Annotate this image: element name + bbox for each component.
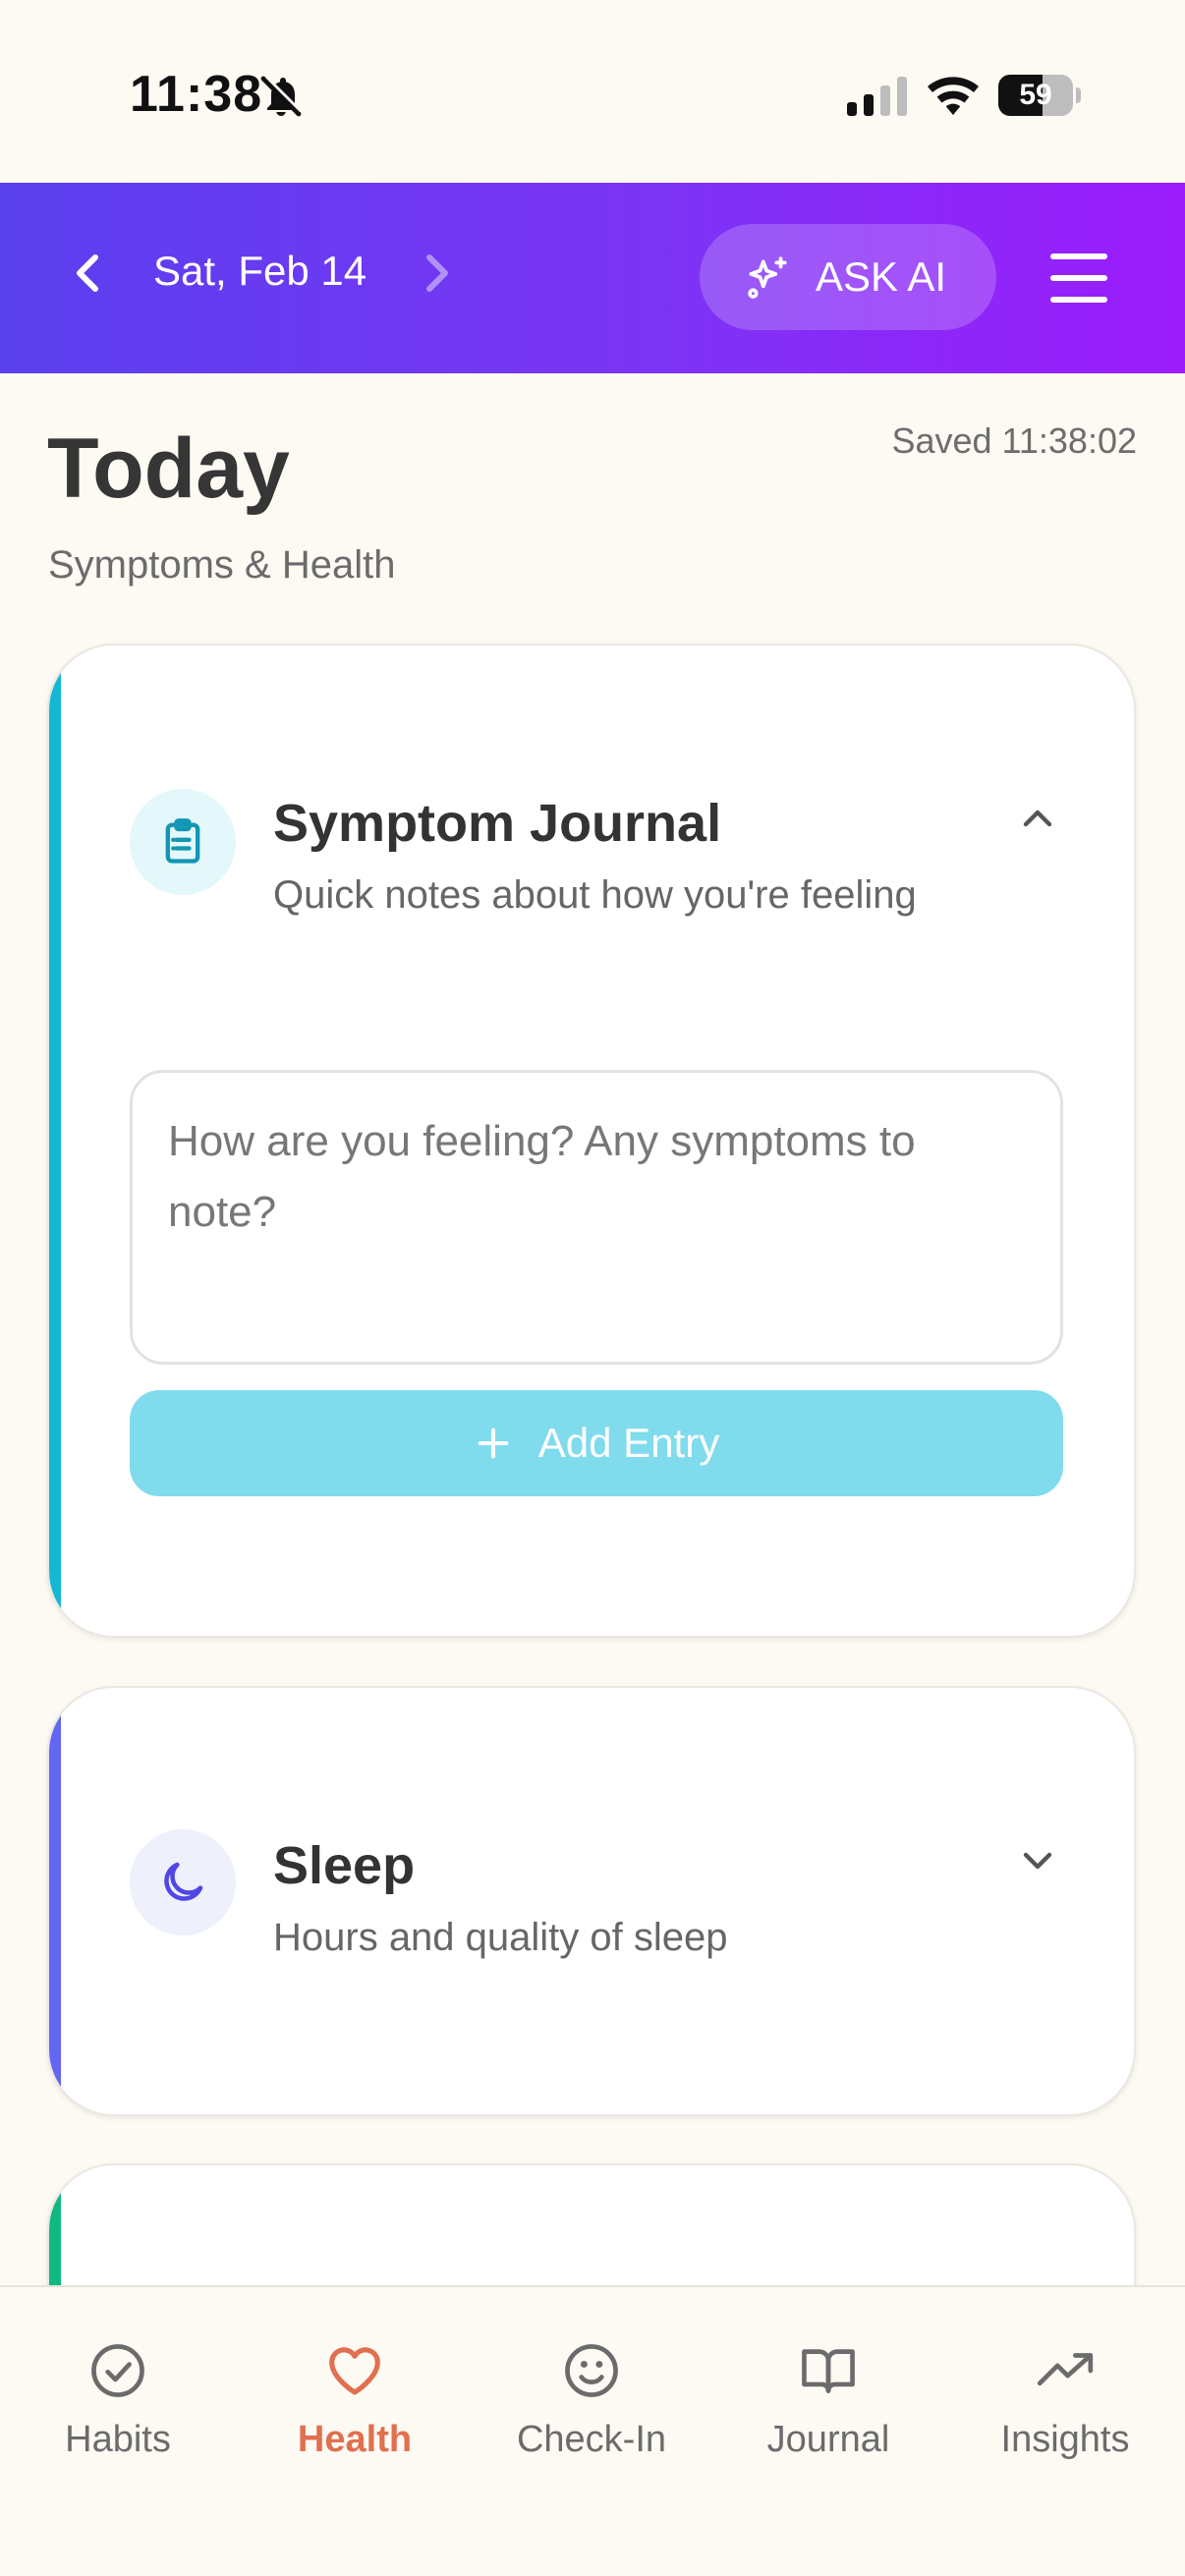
page-subtitle: Symptoms & Health [48,543,396,587]
book-icon [802,2349,855,2393]
hamburger-menu-icon[interactable] [1049,250,1108,307]
moon-icon [164,1862,203,1901]
tab-check-in[interactable]: Check-In [493,2340,690,2488]
saved-status: Saved 11:38:02 [891,420,1137,461]
status-bar: 11:38 59 [0,0,1185,183]
add-entry-button[interactable]: Add Entry [130,1390,1063,1496]
card-icon-badge [130,789,236,895]
add-entry-label: Add Entry [537,1420,720,1466]
battery-level: 59 [1019,79,1052,111]
tab-label: Health [297,2419,413,2460]
card-accent [49,645,61,1636]
card-icon-badge [130,1829,236,1935]
tab-label: Insights [1000,2419,1130,2460]
smile-icon [565,2344,618,2397]
check-circle-icon [91,2344,144,2397]
wifi-icon [928,77,979,115]
ask-ai-button[interactable]: ASK AI [700,224,996,330]
current-date: Sat, Feb 14 [153,248,367,294]
tab-habits[interactable]: Habits [20,2340,216,2488]
bell-off-icon [260,76,302,117]
app-header: Sat, Feb 14 ASK AI [0,183,1185,373]
plus-icon [478,1428,509,1459]
tab-label: Habits [65,2419,171,2460]
status-time: 11:38 [130,66,263,123]
chevron-down-icon[interactable] [1014,1837,1061,1884]
sleep-title: Sleep [273,1836,416,1895]
heart-icon [329,2347,380,2395]
bottom-tab-bar: Habits Health Check-In Journal Insights [0,2285,1185,2576]
symptom-journal-description: Quick notes about how you're feeling [273,873,917,917]
clipboard-icon [165,818,200,864]
chevron-right-icon[interactable] [411,244,460,303]
tab-journal[interactable]: Journal [730,2340,927,2488]
symptom-journal-input[interactable] [130,1070,1063,1365]
tab-label: Check-In [516,2419,667,2460]
ask-ai-label: ASK AI [816,253,947,300]
page-title: Today [47,421,290,516]
cellular-signal-icon [847,77,907,116]
battery-icon: 59 [998,75,1081,116]
tab-health[interactable]: Health [256,2340,453,2488]
card-accent [49,1688,61,2114]
sleep-card[interactable]: Sleep Hours and quality of sleep [47,1686,1136,2116]
sparkle-icon [748,256,787,299]
tab-label: Journal [766,2419,890,2460]
symptom-journal-title: Symptom Journal [273,794,722,853]
chevron-up-icon[interactable] [1014,795,1061,842]
trending-up-icon [1037,2353,1094,2386]
tab-insights[interactable]: Insights [967,2340,1163,2488]
symptom-journal-card: Symptom Journal Quick notes about how yo… [47,644,1136,1638]
sleep-description: Hours and quality of sleep [273,1916,728,1959]
chevron-left-icon[interactable] [65,244,114,303]
